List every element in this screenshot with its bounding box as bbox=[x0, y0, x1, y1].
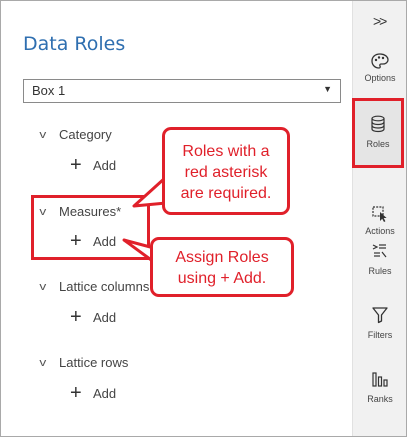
callout-line: are required. bbox=[180, 185, 272, 202]
rail-item-label: Options bbox=[364, 73, 396, 83]
callout-line: using + Add. bbox=[177, 270, 267, 287]
callout-line: red asterisk bbox=[184, 164, 268, 181]
palette-icon bbox=[371, 53, 389, 69]
rail-item-rules[interactable]: Rules bbox=[353, 242, 407, 302]
rail-item-ranks[interactable]: Ranks bbox=[353, 370, 407, 430]
rail-item-label: Filters bbox=[367, 330, 393, 340]
callout-tails bbox=[122, 176, 179, 264]
rail-item-label: Rules bbox=[368, 266, 392, 276]
rules-icon bbox=[372, 244, 387, 258]
ranks-icon bbox=[372, 372, 388, 387]
database-icon bbox=[371, 115, 385, 133]
callout-required-roles: Roles with a red asterisk are required. bbox=[162, 127, 290, 215]
rail-item-label: Ranks bbox=[367, 394, 393, 404]
cursor-select-icon bbox=[372, 206, 387, 222]
rail-item-label: Roles bbox=[366, 139, 390, 149]
callout-line: Assign Roles bbox=[175, 249, 269, 266]
rail-item-filters[interactable]: Filters bbox=[353, 306, 407, 366]
right-tool-rail: >> Options Actions Rules Filters Ranks bbox=[352, 1, 406, 436]
rail-item-roles[interactable]: Roles bbox=[352, 98, 404, 168]
callout-line: Roles with a bbox=[182, 143, 270, 160]
callout-assign-roles: Assign Roles using + Add. bbox=[150, 237, 294, 297]
collapse-panel-icon[interactable]: >> bbox=[373, 13, 387, 29]
rail-item-label: Actions bbox=[365, 226, 395, 236]
filter-icon bbox=[372, 307, 388, 324]
